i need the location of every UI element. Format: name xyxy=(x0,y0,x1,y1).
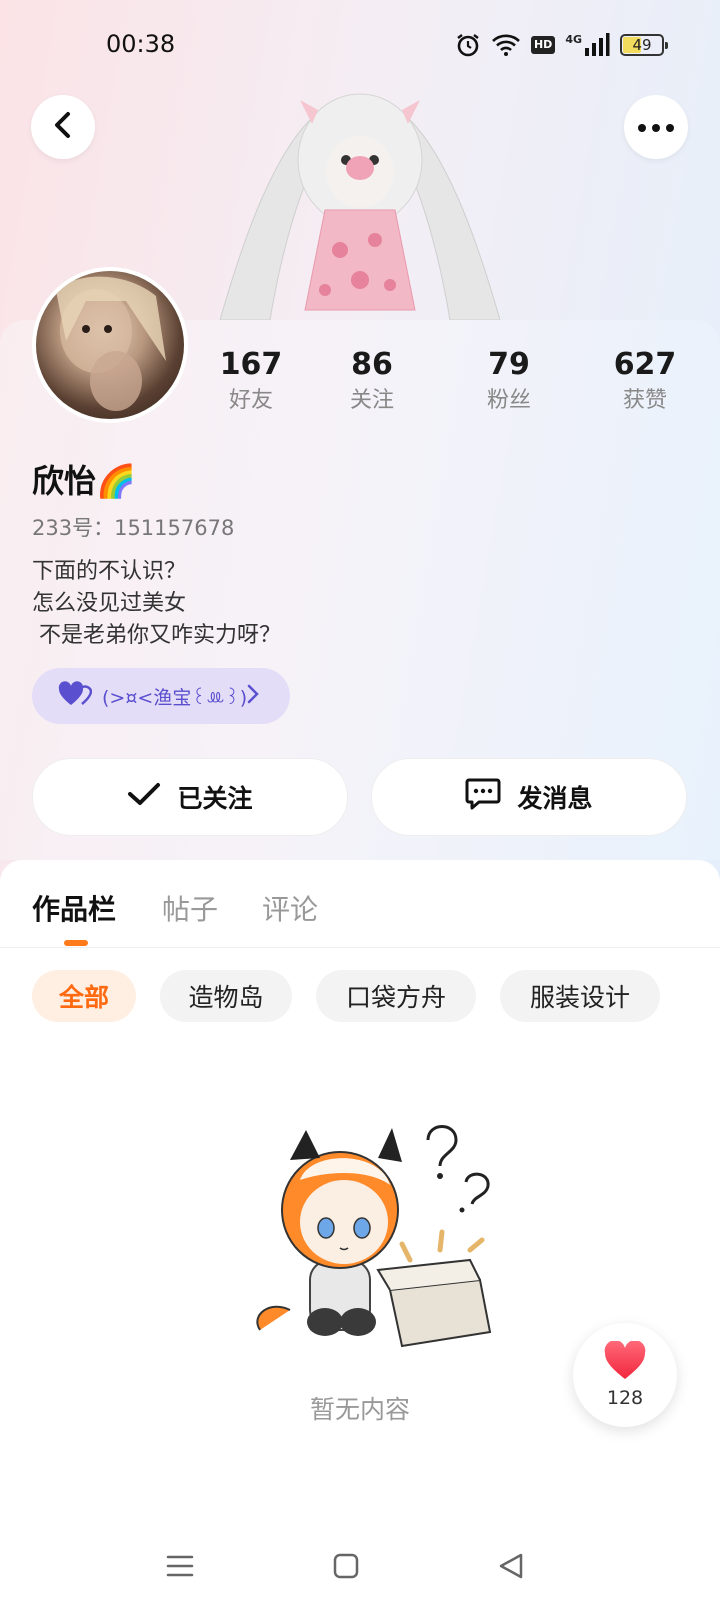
status-icons: HD 4G 49 xyxy=(455,30,668,60)
wifi-icon xyxy=(491,33,521,57)
heart-badge-icon xyxy=(58,680,93,712)
more-options-button[interactable] xyxy=(624,95,688,159)
empty-state-illustration xyxy=(240,1100,520,1360)
signal-icon xyxy=(584,33,610,57)
user-id[interactable]: 233号：151157678 xyxy=(32,512,234,542)
battery-level: 49 xyxy=(632,36,652,54)
send-message-button[interactable]: 发消息 xyxy=(371,758,687,836)
stat-following[interactable]: 86 关注 xyxy=(317,345,427,417)
content-tabs: 作品栏 帖子 评论 xyxy=(0,860,720,948)
alarm-icon xyxy=(455,32,481,58)
stat-likes-label: 获赞 xyxy=(622,388,667,413)
chevron-right-icon xyxy=(246,682,260,711)
like-count: 128 xyxy=(606,1387,644,1409)
system-navigation-bar xyxy=(0,1530,720,1612)
chip-all[interactable]: 全部 xyxy=(32,970,136,1022)
chevron-left-icon xyxy=(52,111,74,143)
avatar[interactable] xyxy=(32,267,188,423)
stat-followers-count: 79 xyxy=(488,347,530,382)
battery-icon: 49 xyxy=(620,34,668,56)
avatar-character-art xyxy=(200,80,520,321)
active-tab-indicator xyxy=(64,940,88,946)
user-bio: 下面的不认识？ 怎么没见过美女 不是老弟你又咋实力呀？ xyxy=(32,559,281,648)
square-icon xyxy=(332,1553,360,1584)
checkmark-icon xyxy=(127,781,161,813)
chip-pocket-ark[interactable]: 口袋方舟 xyxy=(316,970,476,1022)
content-panel: 作品栏 帖子 评论 全部 造物岛 口袋方舟 服装设计 暂无内容 xyxy=(0,860,720,1612)
chip-fashion-design[interactable]: 服装设计 xyxy=(500,970,660,1022)
stat-likes[interactable]: 627 获赞 xyxy=(590,345,700,417)
status-bar: 00:38 HD 4G 49 xyxy=(0,0,720,90)
avatar-image xyxy=(36,271,184,419)
stat-friends-label: 好友 xyxy=(228,388,273,413)
followed-button-label: 已关注 xyxy=(177,784,253,813)
heart-icon xyxy=(603,1340,647,1385)
more-dots-icon xyxy=(637,118,675,137)
hd-badge: HD xyxy=(530,36,556,54)
guild-badge[interactable]: (>¤<渔宝꒰ꔛ꒱) xyxy=(32,668,290,724)
chat-bubble-icon xyxy=(465,777,501,817)
back-button[interactable] xyxy=(31,95,95,159)
home-nav-button[interactable] xyxy=(332,1552,360,1584)
stat-friends-count: 167 xyxy=(219,347,283,382)
username: 欣怡🌈 xyxy=(32,462,136,500)
stat-following-count: 86 xyxy=(351,347,393,382)
stat-following-label: 关注 xyxy=(349,388,394,413)
menu-nav-button[interactable] xyxy=(166,1552,194,1584)
stat-friends[interactable]: 167 好友 xyxy=(196,345,306,417)
tab-posts[interactable]: 帖子 xyxy=(162,888,218,928)
tab-works[interactable]: 作品栏 xyxy=(32,888,116,928)
status-time: 00:38 xyxy=(106,30,176,58)
filter-chips: 全部 造物岛 口袋方舟 服装设计 xyxy=(0,970,720,1022)
stat-followers[interactable]: 79 粉丝 xyxy=(454,345,564,417)
guild-label: (>¤<渔宝꒰ꔛ꒱) xyxy=(102,686,248,709)
network-type-label: 4G xyxy=(565,32,582,46)
menu-lines-icon xyxy=(166,1555,194,1584)
triangle-back-icon xyxy=(497,1553,525,1584)
like-floating-button[interactable]: 128 xyxy=(573,1323,677,1427)
stat-followers-label: 粉丝 xyxy=(486,388,531,413)
stat-likes-count: 627 xyxy=(613,347,677,382)
send-message-label: 发消息 xyxy=(517,784,593,813)
tab-comments[interactable]: 评论 xyxy=(262,888,318,928)
followed-button[interactable]: 已关注 xyxy=(32,758,348,836)
back-nav-button[interactable] xyxy=(497,1552,525,1584)
chip-creation-island[interactable]: 造物岛 xyxy=(160,970,292,1022)
